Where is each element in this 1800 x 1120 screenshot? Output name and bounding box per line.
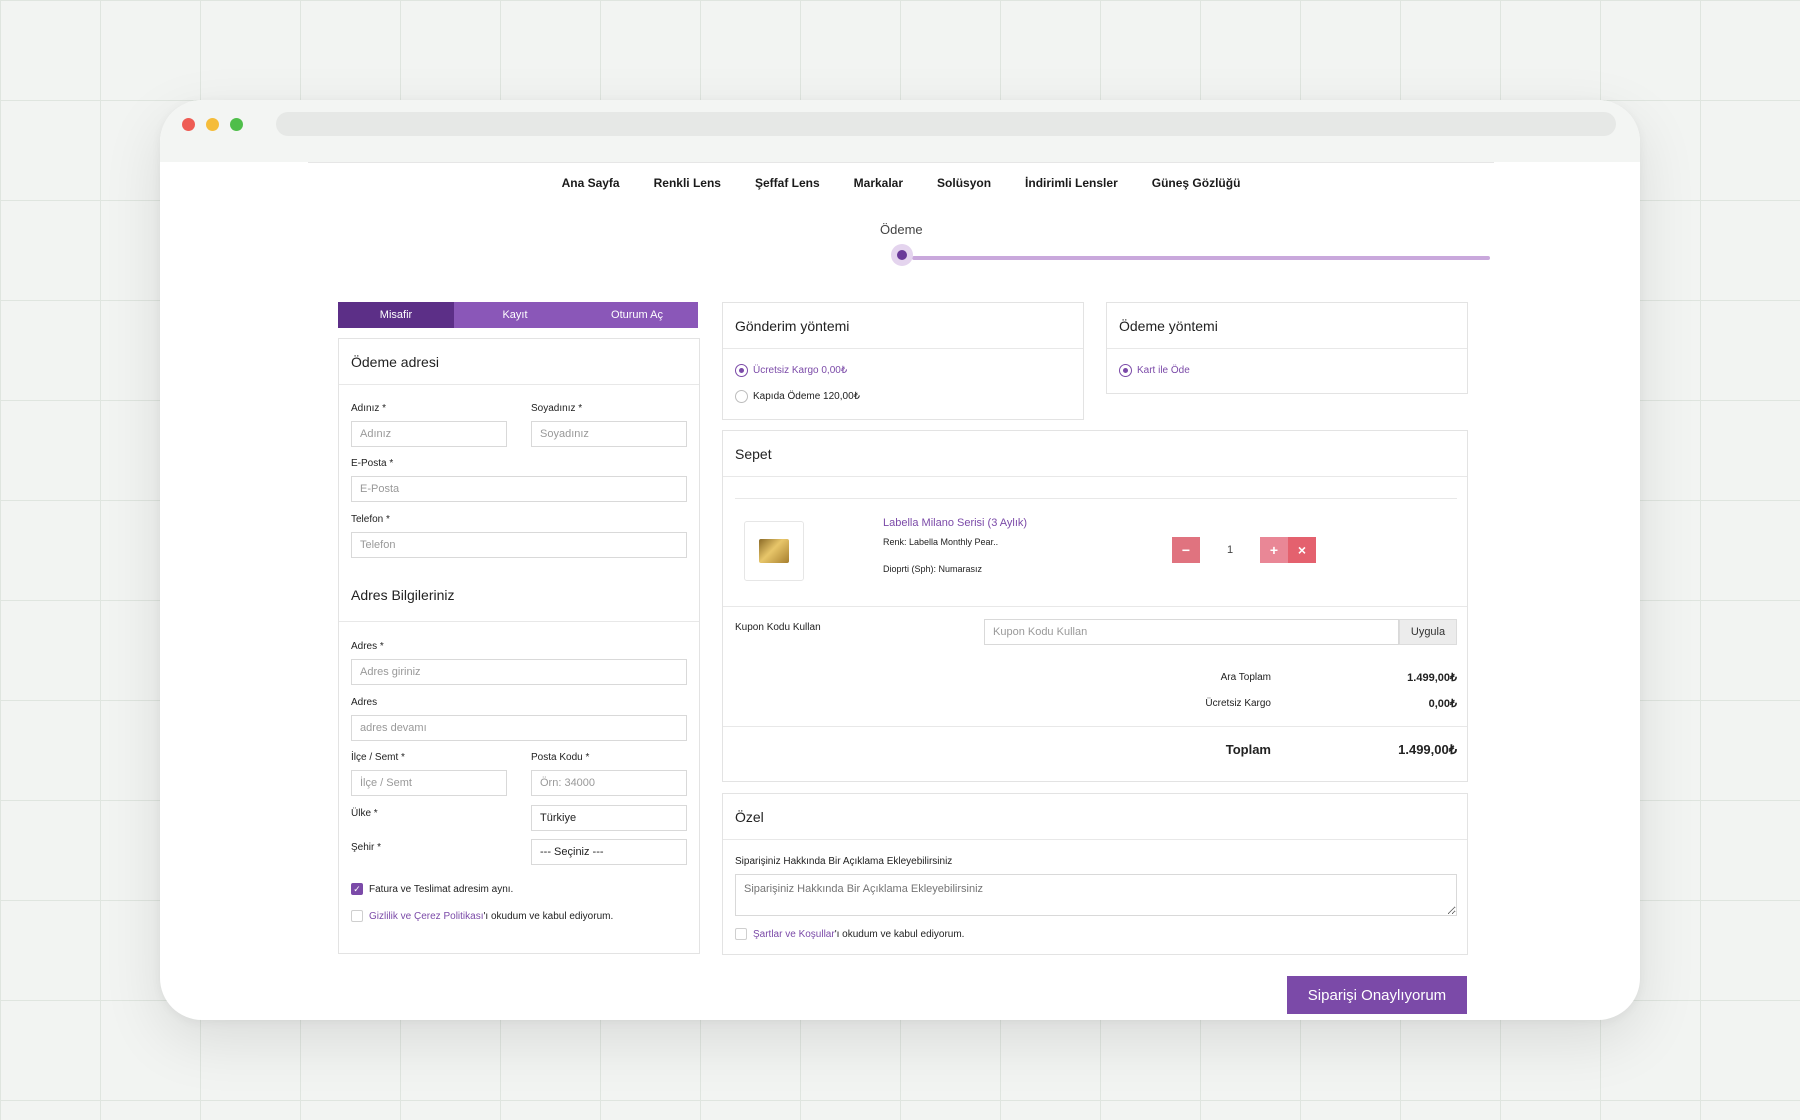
tab-oturum-ac[interactable]: Oturum Aç — [576, 302, 698, 328]
district-input[interactable]: İlçe / Semt — [351, 770, 507, 796]
confirm-order-button[interactable]: Siparişi Onaylıyorum — [1287, 976, 1467, 1014]
privacy-checkbox[interactable] — [351, 910, 363, 922]
product-image[interactable] — [744, 521, 804, 581]
total-value: 1.499,00₺ — [1398, 742, 1457, 757]
step-label: Ödeme — [880, 222, 923, 237]
email-input[interactable]: E-Posta — [351, 476, 687, 502]
minimize-window-icon[interactable] — [206, 118, 219, 131]
address2-input[interactable]: adres devamı — [351, 715, 687, 741]
divider — [723, 606, 1467, 607]
browser-window: Ana Sayfa Renkli Lens Şeffaf Lens Markal… — [160, 100, 1640, 1020]
divider — [339, 621, 699, 622]
cart-panel: Sepet Labella Milano Serisi (3 Aylık) Re… — [722, 430, 1468, 782]
divider — [723, 726, 1467, 727]
billing-title: Ödeme adresi — [339, 339, 699, 385]
qty-decrease-button[interactable]: − — [1172, 537, 1200, 563]
progress-step-marker — [891, 244, 913, 266]
nav-solusyon[interactable]: Solüsyon — [937, 176, 991, 190]
nav-seffaf-lens[interactable]: Şeffaf Lens — [755, 176, 820, 190]
nav-markalar[interactable]: Markalar — [854, 176, 903, 190]
last-name-input[interactable]: Soyadınız — [531, 421, 687, 447]
shipping-cost-label: Ücretsiz Kargo — [1205, 698, 1271, 709]
phone-input[interactable]: Telefon — [351, 532, 687, 558]
first-name-input[interactable]: Adınız — [351, 421, 507, 447]
address-title: Adres Bilgileriniz — [351, 587, 455, 603]
notes-title: Özel — [723, 794, 1467, 840]
main-nav: Ana Sayfa Renkli Lens Şeffaf Lens Markal… — [308, 162, 1494, 202]
postcode-input[interactable]: Örn: 34000 — [531, 770, 687, 796]
terms-link[interactable]: Şartlar ve Koşullar — [753, 929, 835, 940]
payment-option-card[interactable]: Kart ile Öde — [1137, 365, 1190, 376]
remove-item-button[interactable]: × — [1288, 537, 1316, 563]
shipping-panel: Gönderim yöntemi Ücretsiz Kargo 0,00₺ Ka… — [722, 302, 1084, 420]
email-label: E-Posta * — [351, 458, 394, 469]
postcode-label: Posta Kodu * — [531, 752, 590, 763]
notes-panel: Özel Siparişiniz Hakkında Bir Açıklama E… — [722, 793, 1468, 955]
same-address-checkbox[interactable]: ✓ — [351, 883, 363, 895]
apply-coupon-button[interactable]: Uygula — [1399, 619, 1457, 645]
address1-input[interactable]: Adres giriniz — [351, 659, 687, 685]
product-color: Renk: Labella Monthly Pear.. — [883, 537, 999, 547]
payment-title: Ödeme yöntemi — [1107, 303, 1467, 349]
notes-label: Siparişiniz Hakkında Bir Açıklama Ekleye… — [735, 856, 953, 867]
maximize-window-icon[interactable] — [230, 118, 243, 131]
divider — [735, 498, 1457, 499]
payment-radio-card[interactable] — [1119, 364, 1132, 377]
shipping-option-cod[interactable]: Kapıda Ödeme 120,00₺ — [753, 391, 860, 402]
privacy-text-rest: 'ı okudum ve kabul ediyorum. — [483, 911, 614, 922]
tab-misafir[interactable]: Misafir — [338, 302, 454, 328]
qty-increase-button[interactable]: + — [1260, 537, 1288, 563]
coupon-input[interactable]: Kupon Kodu Kullan — [984, 619, 1399, 645]
shipping-option-free[interactable]: Ücretsiz Kargo 0,00₺ — [753, 365, 847, 376]
terms-text-rest: 'ı okudum ve kabul ediyorum. — [834, 929, 965, 940]
nav-ana-sayfa[interactable]: Ana Sayfa — [562, 176, 620, 190]
address1-label: Adres * — [351, 641, 384, 652]
cart-title: Sepet — [723, 431, 1467, 477]
subtotal-label: Ara Toplam — [1220, 672, 1271, 683]
terms-checkbox[interactable] — [735, 928, 747, 940]
shipping-radio-free[interactable] — [735, 364, 748, 377]
district-label: İlçe / Semt * — [351, 752, 405, 763]
nav-gunes-gozlugu[interactable]: Güneş Gözlüğü — [1152, 176, 1241, 190]
total-label: Toplam — [1225, 742, 1271, 757]
billing-panel: Ödeme adresi Adınız * Adınız Soyadınız *… — [338, 338, 700, 954]
country-select[interactable]: Türkiye — [531, 805, 687, 831]
phone-label: Telefon * — [351, 514, 390, 525]
nav-renkli-lens[interactable]: Renkli Lens — [654, 176, 721, 190]
last-name-label: Soyadınız * — [531, 403, 583, 414]
address-bar[interactable] — [276, 112, 1616, 136]
product-name-link[interactable]: Labella Milano Serisi (3 Aylık) — [883, 517, 1027, 529]
subtotal-value: 1.499,00₺ — [1407, 672, 1457, 684]
shipping-title: Gönderim yöntemi — [723, 303, 1083, 349]
shipping-radio-cod[interactable] — [735, 390, 748, 403]
coupon-label: Kupon Kodu Kullan — [735, 622, 821, 633]
privacy-text: Gizlilik ve Çerez Politikası'ı okudum ve… — [369, 911, 613, 922]
tab-kayit[interactable]: Kayıt — [454, 302, 576, 328]
nav-indirimli-lensler[interactable]: İndirimli Lensler — [1025, 176, 1118, 190]
first-name-label: Adınız * — [351, 403, 387, 414]
title-bar — [160, 100, 1640, 162]
checkout-progress — [912, 256, 1490, 260]
city-label: Şehir * — [351, 842, 382, 853]
account-tabs: Misafir Kayıt Oturum Aç — [338, 302, 698, 328]
qty-input[interactable]: 1 — [1200, 537, 1260, 563]
shipping-cost-value: 0,00₺ — [1428, 698, 1457, 710]
same-address-text: Fatura ve Teslimat adresim aynı. — [369, 884, 514, 895]
product-diopter: Dioprti (Sph): Numarasız — [883, 564, 983, 574]
city-select[interactable]: --- Seçiniz --- — [531, 839, 687, 865]
country-label: Ülke * — [351, 808, 378, 819]
close-window-icon[interactable] — [182, 118, 195, 131]
address2-label: Adres — [351, 697, 378, 708]
terms-text: Şartlar ve Koşullar'ı okudum ve kabul ed… — [753, 929, 964, 940]
payment-panel: Ödeme yöntemi Kart ile Öde — [1106, 302, 1468, 394]
privacy-link[interactable]: Gizlilik ve Çerez Politikası — [369, 911, 483, 922]
notes-textarea[interactable] — [735, 874, 1457, 916]
